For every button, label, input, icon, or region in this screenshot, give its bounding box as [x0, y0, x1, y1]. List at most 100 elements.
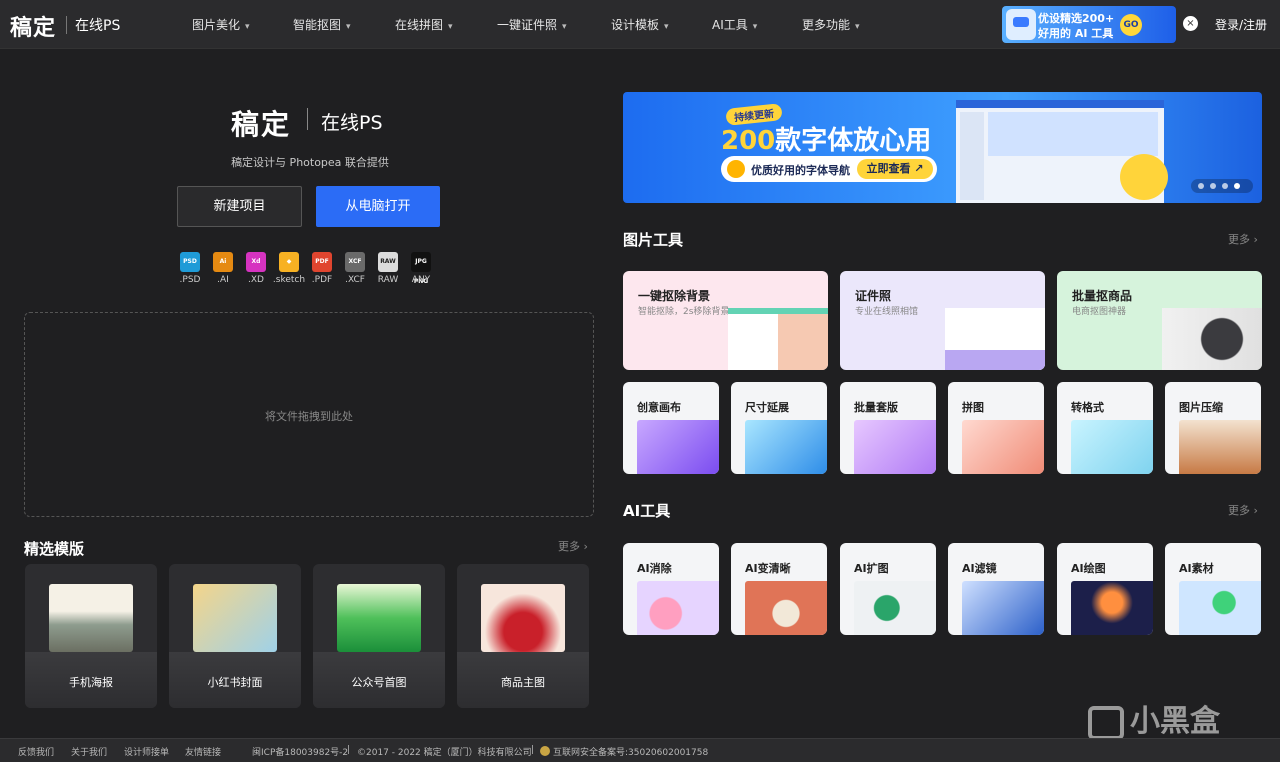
login-register-link[interactable]: 登录/注册 — [1215, 16, 1267, 33]
template-thumbnail — [193, 584, 277, 652]
chevron-down-icon: ▾ — [245, 22, 250, 32]
format-icon: Xd — [246, 252, 266, 272]
portrait-image — [728, 308, 828, 370]
nav-label: 一键证件照 — [497, 18, 558, 32]
format-icon: RAW — [378, 252, 398, 272]
screen-header — [956, 100, 1164, 108]
ai-tools-ad-banner[interactable]: 优设精选200+ 好用的 AI 工具 GO — [1002, 6, 1176, 43]
tool-card-id-photo[interactable]: 证件照 专业在线照相馆 — [840, 271, 1045, 370]
chevron-down-icon: ▾ — [448, 22, 453, 32]
robot-icon — [1006, 9, 1036, 40]
format-label: ANY — [411, 275, 431, 285]
nav-id-photo[interactable]: 一键证件照 ▾ — [497, 16, 567, 33]
nav-collage[interactable]: 在线拼图 ▾ — [395, 16, 453, 33]
new-project-button[interactable]: 新建项目 — [177, 186, 302, 227]
template-card-product-main[interactable]: 商品主图 — [457, 564, 589, 708]
carousel-dot[interactable] — [1210, 183, 1216, 189]
template-card-mobile-poster[interactable]: 手机海报 — [25, 564, 157, 708]
footer-link-designer-jobs[interactable]: 设计师接单 — [124, 745, 169, 758]
nav-label: 图片美化 — [192, 18, 241, 32]
heart-eyes-icon — [727, 160, 745, 178]
footer: 反馈我们 关于我们 设计师接单 友情链接 闽ICP备18003982号-2 | … — [0, 738, 1280, 762]
brand-subtitle: 在线PS — [321, 112, 383, 134]
tool-card-batch-template[interactable]: 批量套版 — [840, 382, 936, 474]
nav-label: 更多功能 — [802, 18, 851, 32]
tool-title: AI变清晰 — [745, 562, 791, 575]
ad-line-1: 优设精选200+ — [1038, 12, 1115, 25]
template-thumbnail — [337, 584, 421, 652]
close-ad-button[interactable]: × — [1183, 16, 1198, 31]
template-label: 公众号首图 — [351, 676, 407, 689]
image-tools-title: 图片工具 — [623, 231, 684, 249]
template-card-xiaohongshu-cover[interactable]: 小红书封面 — [169, 564, 301, 708]
ai-card-erase[interactable]: AI消除 — [623, 543, 719, 635]
promo-pill: 优质好用的字体导航 立即查看 ↗ — [721, 156, 937, 182]
footer-link-friend-links[interactable]: 友情链接 — [185, 745, 221, 758]
ai-card-painting[interactable]: AI绘图 — [1057, 543, 1153, 635]
open-from-computer-button[interactable]: 从电脑打开 — [316, 186, 440, 227]
carousel-dot-active[interactable] — [1234, 183, 1240, 189]
tool-card-collage[interactable]: 拼图 — [948, 382, 1044, 474]
chevron-down-icon: ▾ — [855, 22, 860, 32]
tool-card-convert-format[interactable]: 转格式 — [1057, 382, 1153, 474]
chick-mascot-icon — [1120, 154, 1168, 200]
nav-ai-tools[interactable]: AI工具 ▾ — [712, 16, 757, 33]
tool-image — [962, 420, 1044, 474]
tool-image — [745, 581, 827, 635]
tool-title: AI绘图 — [1071, 562, 1106, 575]
file-drop-zone[interactable]: 将文件拖拽到此处 — [24, 312, 594, 517]
logo-subtitle[interactable]: 在线PS — [75, 15, 120, 35]
tool-subtitle: 专业在线照相馆 — [855, 307, 919, 317]
format-icon: PSD — [180, 252, 200, 272]
tool-title: 拼图 — [962, 401, 984, 414]
ai-tools-title: AI工具 — [623, 502, 671, 520]
watermark-text: 小黑盒 — [1130, 704, 1220, 739]
tool-image — [745, 420, 827, 474]
xiaoheihe-watermark: 小黑盒 — [1088, 696, 1220, 740]
nav-smart-cutout[interactable]: 智能抠图 ▾ — [293, 16, 351, 33]
tool-title: AI素材 — [1179, 562, 1214, 575]
nav-more-features[interactable]: 更多功能 ▾ — [802, 16, 860, 33]
tool-image — [1179, 420, 1261, 474]
tool-card-size-extend[interactable]: 尺寸延展 — [731, 382, 827, 474]
tool-title: AI扩图 — [854, 562, 889, 575]
font-promo-banner[interactable]: 持续更新 200款字体放心用 优质好用的字体导航 立即查看 ↗ — [623, 92, 1262, 203]
logo[interactable]: 稿定 — [10, 10, 56, 42]
ai-tools-more-link[interactable]: 更多 › — [1228, 502, 1258, 518]
template-label: 手机海报 — [69, 676, 113, 689]
ai-card-filter[interactable]: AI滤镜 — [948, 543, 1044, 635]
footer-link-feedback[interactable]: 反馈我们 — [18, 745, 54, 758]
tool-card-creative-canvas[interactable]: 创意画布 — [623, 382, 719, 474]
id-photo-image — [945, 308, 1045, 370]
tool-image — [1071, 581, 1153, 635]
ai-card-materials[interactable]: AI素材 — [1165, 543, 1261, 635]
chevron-down-icon: ▾ — [562, 22, 567, 32]
carousel-dot[interactable] — [1198, 183, 1204, 189]
tool-card-remove-bg[interactable]: 一键抠除背景 智能抠除，2s移除背景 — [623, 271, 828, 370]
carousel-dot[interactable] — [1222, 183, 1228, 189]
brand-title: 稿定 — [231, 108, 292, 141]
promo-headline-text: 款字体放心用 — [775, 126, 932, 156]
templates-title: 精选模版 — [24, 540, 85, 558]
footer-link-about[interactable]: 关于我们 — [71, 745, 107, 758]
ai-card-enhance[interactable]: AI变清晰 — [731, 543, 827, 635]
tool-card-batch-product[interactable]: 批量抠商品 电商抠图神器 — [1057, 271, 1262, 370]
nav-image-beautify[interactable]: 图片美化 ▾ — [192, 16, 250, 33]
format-any: JPG PNG ANY — [401, 252, 441, 285]
nav-label: AI工具 — [712, 18, 748, 32]
footer-copyright: ©2017 - 2022 稿定（厦门）科技有限公司 — [357, 748, 532, 758]
brand-divider — [307, 108, 308, 130]
tool-card-compress[interactable]: 图片压缩 — [1165, 382, 1261, 474]
screen-hero — [988, 112, 1158, 156]
view-now-button[interactable]: 立即查看 ↗ — [857, 159, 933, 179]
nav-label: 在线拼图 — [395, 18, 444, 32]
image-tools-more-link[interactable]: 更多 › — [1228, 231, 1258, 247]
footer-icp[interactable]: 闽ICP备18003982号-2 — [252, 745, 348, 758]
templates-more-link[interactable]: 更多 › — [558, 538, 588, 554]
footer-police-record[interactable]: 互联网安全备案号:35020602001758 — [553, 745, 708, 758]
template-card-wechat-header[interactable]: 公众号首图 — [313, 564, 445, 708]
tool-title: AI消除 — [637, 562, 672, 575]
nav-design-templates[interactable]: 设计模板 ▾ — [611, 16, 669, 33]
ai-card-outpaint[interactable]: AI扩图 — [840, 543, 936, 635]
carousel-dots — [1191, 179, 1253, 193]
